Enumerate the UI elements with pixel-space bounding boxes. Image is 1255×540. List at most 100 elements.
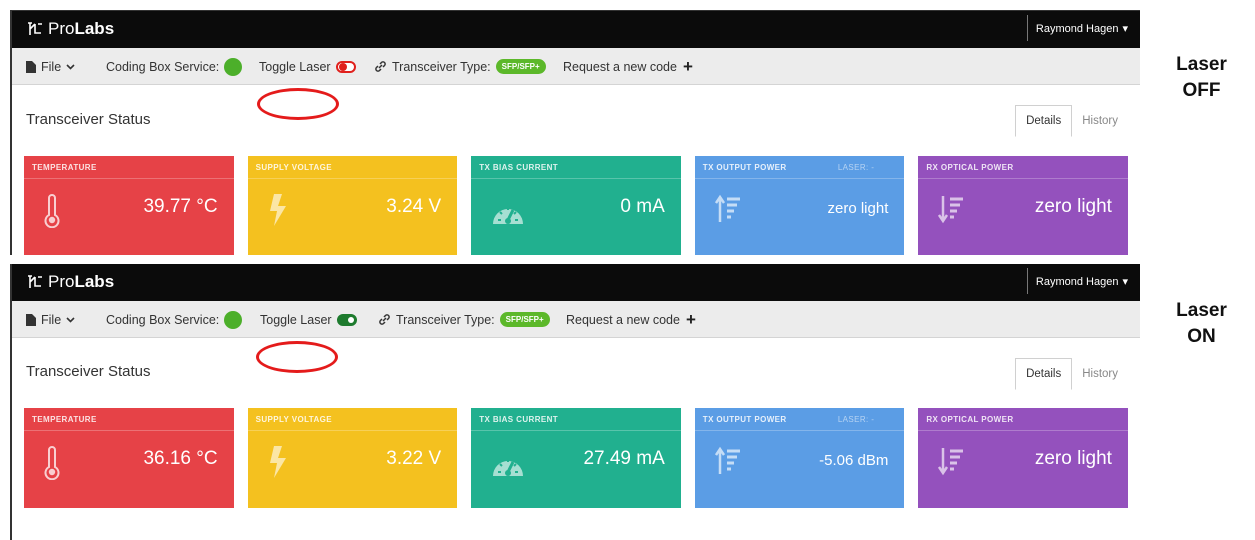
coding-box-status-indicator	[224, 57, 243, 76]
tab-history[interactable]: History	[1072, 358, 1128, 390]
tab-history[interactable]: History	[1072, 105, 1128, 137]
card-divider	[918, 178, 1128, 179]
toggle-laser-label: Toggle Laser	[259, 59, 331, 74]
prolabs-logo-icon	[28, 275, 42, 288]
card-title: TEMPERATURE	[32, 415, 97, 424]
request-code-label: Request a new code	[566, 312, 680, 327]
thermometer-icon	[44, 446, 60, 480]
request-new-code[interactable]: Request a new code +	[563, 48, 693, 85]
plus-icon: +	[682, 57, 693, 76]
metric-cards: TEMPERATURE 39.77 °C SUPPLY VOLTAGE 3.24…	[24, 156, 1128, 255]
transceiver-status-title: Transceiver Status	[26, 111, 151, 128]
card-title: SUPPLY VOLTAGE	[255, 415, 333, 424]
brand-part1: Pro	[48, 272, 75, 291]
laser-off-screenshot: Pro Labs Raymond Hagen ▾ File Coding Box …	[10, 10, 1140, 255]
tx-bias-current-card: TX BIAS CURRENT 27.49 mA	[471, 408, 681, 508]
file-menu[interactable]: File	[26, 48, 75, 85]
caption-line1: Laser	[1176, 54, 1227, 75]
transceiver-type-label: Transceiver Type:	[392, 59, 491, 74]
rx-optical-power-value: zero light	[1034, 196, 1112, 217]
toolbar: File Coding Box Service: Toggle Laser Tr…	[12, 301, 1140, 373]
toggle-laser[interactable]: Toggle Laser	[259, 48, 356, 85]
card-divider	[471, 178, 681, 179]
request-code-label: Request a new code	[563, 59, 677, 74]
laser-toggle-switch-off[interactable]	[335, 60, 356, 73]
card-divider	[24, 178, 234, 179]
toggle-laser[interactable]: Toggle Laser	[260, 301, 357, 338]
tx-bias-current-value: 27.49 mA	[583, 448, 665, 469]
view-tabs: Details History	[1015, 358, 1128, 390]
top-navbar: Pro Labs Raymond Hagen ▾	[12, 11, 1140, 48]
transceiver-type: Transceiver Type: SFP/SFP+	[378, 301, 550, 338]
view-tabs: Details History	[1015, 105, 1128, 137]
user-name: Raymond Hagen	[1035, 22, 1119, 35]
card-title: SUPPLY VOLTAGE	[255, 163, 333, 172]
rx-optical-power-card: RX OPTICAL POWER zero light	[918, 408, 1128, 508]
file-menu[interactable]: File	[26, 301, 75, 338]
brand-part1: Pro	[48, 19, 75, 38]
user-menu[interactable]: Raymond Hagen ▾	[1035, 275, 1128, 289]
card-title: TX OUTPUT POWER	[702, 415, 787, 424]
tab-details[interactable]: Details	[1015, 105, 1073, 137]
card-title: TEMPERATURE	[32, 163, 97, 172]
temperature-value: 39.77 °C	[143, 196, 218, 217]
transceiver-type-label: Transceiver Type:	[396, 312, 495, 327]
card-title: RX OPTICAL POWER	[926, 163, 1014, 172]
metric-cards: TEMPERATURE 36.16 °C SUPPLY VOLTAGE 3.22…	[24, 408, 1128, 508]
prolabs-logo[interactable]: Pro Labs	[26, 271, 114, 293]
sort-down-icon	[938, 196, 964, 224]
transceiver-type: Transceiver Type: SFP/SFP+	[374, 48, 546, 85]
coding-box-label: Coding Box Service:	[106, 59, 220, 74]
laser-on-screenshot: Pro Labs Raymond Hagen ▾ File Coding Box …	[10, 264, 1140, 540]
highlight-ring	[256, 341, 338, 373]
sort-up-icon	[714, 194, 740, 222]
tab-details[interactable]: Details	[1015, 358, 1073, 390]
coding-box-service: Coding Box Service:	[106, 48, 243, 85]
card-title: RX OPTICAL POWER	[926, 415, 1014, 424]
caption-line2: OFF	[1182, 80, 1221, 101]
card-divider	[694, 178, 905, 179]
navbar-divider	[1027, 268, 1028, 294]
file-menu-label: File	[41, 312, 62, 327]
sort-up-icon	[714, 446, 740, 474]
link-icon	[375, 61, 386, 72]
user-name: Raymond Hagen	[1035, 275, 1119, 288]
card-divider	[247, 430, 458, 431]
laser-off-caption: Laser OFF	[1148, 52, 1255, 104]
file-icon	[26, 313, 36, 326]
brand-part2: Labs	[74, 19, 115, 38]
tx-output-power-value: -5.06 dBm	[819, 452, 889, 469]
lightning-icon	[269, 446, 286, 478]
brand-part2: Labs	[74, 272, 115, 291]
supply-voltage-value: 3.22 V	[386, 448, 442, 469]
gauge-icon	[493, 207, 524, 224]
user-menu[interactable]: Raymond Hagen ▾	[1035, 22, 1128, 36]
rx-optical-power-card: RX OPTICAL POWER zero light	[918, 156, 1128, 255]
coding-box-label: Coding Box Service:	[106, 312, 220, 327]
prolabs-logo-icon	[28, 22, 42, 35]
laser-on-caption: Laser ON	[1148, 298, 1255, 350]
chevron-down-icon	[66, 316, 75, 323]
card-divider	[24, 430, 234, 431]
card-header: TX OUTPUT POWER LASER: -	[695, 408, 905, 430]
request-new-code[interactable]: Request a new code +	[566, 301, 696, 338]
transceiver-type-badge: SFP/SFP+	[499, 312, 550, 327]
link-icon	[379, 314, 390, 325]
coding-box-status-indicator	[224, 310, 243, 329]
laser-status-label: LASER: -	[837, 163, 875, 172]
supply-voltage-value: 3.24 V	[386, 196, 442, 217]
caret-down-icon: ▾	[1122, 23, 1128, 35]
prolabs-logo[interactable]: Pro Labs	[26, 18, 114, 40]
caption-line1: Laser	[1176, 300, 1227, 321]
laser-status-label: LASER: -	[837, 415, 875, 424]
gauge-icon	[493, 459, 524, 476]
toggle-laser-label: Toggle Laser	[260, 312, 332, 327]
thermometer-icon	[44, 194, 60, 228]
chevron-down-icon	[66, 63, 75, 70]
transceiver-status-title: Transceiver Status	[26, 363, 151, 380]
transceiver-type-badge: SFP/SFP+	[495, 59, 546, 74]
lightning-icon	[269, 194, 286, 226]
laser-toggle-switch-on[interactable]	[336, 313, 357, 326]
temperature-card: TEMPERATURE 36.16 °C	[24, 408, 234, 508]
card-divider	[471, 430, 681, 431]
